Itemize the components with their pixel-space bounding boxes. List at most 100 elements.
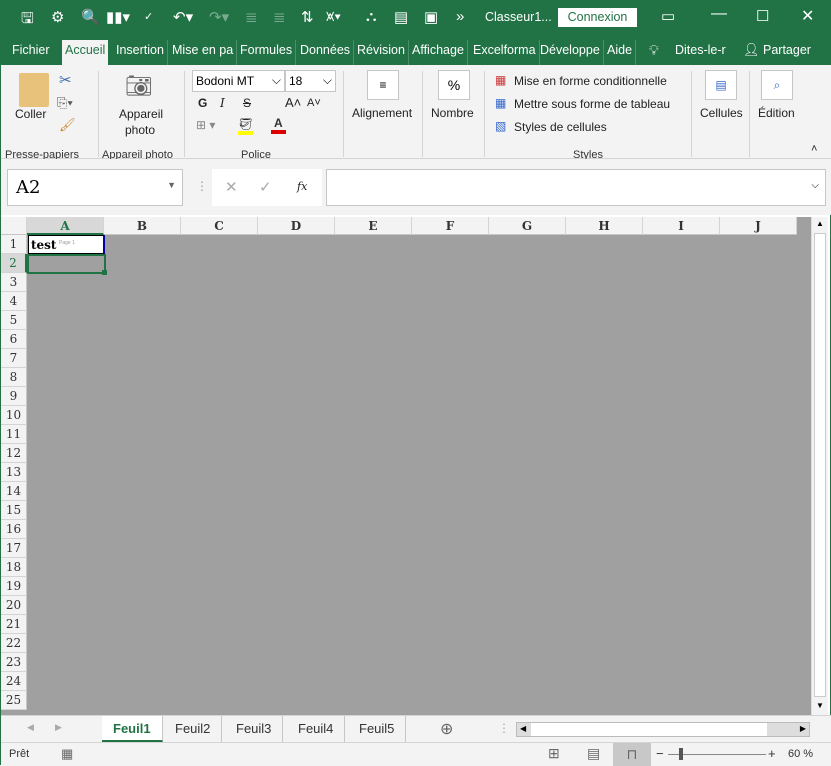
- hierarchy-icon[interactable]: ⛬: [366, 8, 377, 25]
- column-header-I[interactable]: I: [643, 217, 720, 235]
- number-format-icon[interactable]: %: [438, 70, 470, 100]
- column-header-A[interactable]: A: [27, 217, 104, 235]
- font-size-select[interactable]: 18 ⌵: [285, 70, 336, 92]
- format-painter-icon[interactable]: 🖌︎: [59, 117, 76, 133]
- filter-icon[interactable]: ⩙▾: [326, 8, 341, 25]
- drag-handle-icon[interactable]: ⋮: [196, 179, 208, 193]
- horizontal-scroll-thumb[interactable]: [531, 723, 767, 736]
- column-header-E[interactable]: E: [335, 217, 412, 235]
- zoom-in-button[interactable]: +: [768, 746, 776, 761]
- vertical-scroll-thumb[interactable]: [814, 233, 826, 697]
- bold-button[interactable]: G: [198, 96, 207, 110]
- row-header-17[interactable]: 17: [1, 539, 27, 558]
- more-icon[interactable]: »: [456, 8, 464, 25]
- normal-view-icon[interactable]: ⊞: [548, 745, 560, 762]
- collapse-ribbon-icon[interactable]: ˄: [811, 143, 817, 155]
- spelling-icon[interactable]: ✓: [144, 10, 153, 23]
- maximize-button[interactable]: ☐: [756, 7, 769, 25]
- row-header-4[interactable]: 4: [1, 292, 27, 311]
- copy-icon[interactable]: ⎘▾: [57, 95, 73, 111]
- page-break-view-icon[interactable]: ⊓: [613, 743, 651, 766]
- share-button[interactable]: Partager: [763, 43, 811, 57]
- row-header-9[interactable]: 9: [1, 387, 27, 406]
- table-format-button[interactable]: Mettre sous forme de tableau: [514, 97, 670, 111]
- paste-icon[interactable]: [19, 73, 49, 107]
- sheet-tab-feuil1[interactable]: Feuil1: [102, 716, 163, 742]
- row-header-25[interactable]: 25: [1, 691, 27, 710]
- row-header-24[interactable]: 24: [1, 672, 27, 691]
- decrease-font-icon[interactable]: A˅: [307, 97, 321, 109]
- cells-icon[interactable]: ▤: [705, 70, 737, 100]
- row-header-12[interactable]: 12: [1, 444, 27, 463]
- minimize-button[interactable]: —: [711, 5, 727, 23]
- row-header-1[interactable]: 1: [1, 235, 27, 254]
- font-color-icon[interactable]: A: [271, 116, 286, 134]
- editing-button[interactable]: Édition: [758, 106, 795, 120]
- column-header-H[interactable]: H: [566, 217, 643, 235]
- tab-donnees[interactable]: Données: [297, 40, 355, 65]
- row-header-15[interactable]: 15: [1, 501, 27, 520]
- column-header-G[interactable]: G: [489, 217, 566, 235]
- alignment-icon[interactable]: ≡: [367, 70, 399, 100]
- row-header-10[interactable]: 10: [1, 406, 27, 425]
- increase-font-icon[interactable]: A˄: [285, 95, 301, 110]
- fill-handle[interactable]: [102, 270, 107, 275]
- alignment-button[interactable]: Alignement: [352, 106, 412, 120]
- save-icon[interactable]: 🖫: [21, 8, 34, 33]
- font-name-select[interactable]: Bodoni MT ⌵: [192, 70, 285, 92]
- sheet-tab-feuil4[interactable]: Feuil4: [287, 716, 346, 742]
- tab-fichier[interactable]: Fichier: [9, 40, 53, 65]
- redo-icon[interactable]: ↷▾: [209, 8, 229, 26]
- row-header-18[interactable]: 18: [1, 558, 27, 577]
- tab-formules[interactable]: Formules: [237, 40, 297, 65]
- horizontal-scrollbar[interactable]: ◀ ▶: [516, 722, 810, 737]
- active-cell-A2[interactable]: [27, 254, 106, 274]
- sheet-tab-feuil5[interactable]: Feuil5: [348, 716, 407, 742]
- row-header-20[interactable]: 20: [1, 596, 27, 615]
- row-header-3[interactable]: 3: [1, 273, 27, 292]
- scroll-right-icon[interactable]: ▶: [800, 724, 806, 733]
- column-header-D[interactable]: D: [258, 217, 335, 235]
- row-header-13[interactable]: 13: [1, 463, 27, 482]
- column-header-B[interactable]: B: [104, 217, 181, 235]
- spreadsheet-grid[interactable]: A B C D E F G H I J 1 2 3 4 5 6 7 8 9 10 11 12 13 14 15 16 17 18 19 2…: [1, 217, 811, 715]
- sheet-tab-feuil3[interactable]: Feuil3: [225, 716, 284, 742]
- search-icon[interactable]: ⌕: [761, 70, 793, 100]
- page-layout-view-icon[interactable]: ▤: [587, 745, 600, 762]
- splitter-handle[interactable]: ⋮: [498, 721, 510, 735]
- cells-button[interactable]: Cellules: [700, 106, 743, 120]
- camera-button-line2[interactable]: photo: [125, 123, 155, 137]
- form-icon[interactable]: ▤: [394, 8, 408, 26]
- indent-increase-icon[interactable]: ≣: [273, 8, 286, 26]
- tab-accueil[interactable]: Accueil: [62, 40, 109, 65]
- ribbon-display-icon[interactable]: ▭: [661, 7, 675, 25]
- tab-excelforma[interactable]: Excelforma: [470, 40, 540, 65]
- strikethrough-button[interactable]: S: [243, 96, 251, 110]
- touch-mode-icon[interactable]: ⚙: [51, 8, 64, 26]
- row-header-23[interactable]: 23: [1, 653, 27, 672]
- row-header-8[interactable]: 8: [1, 368, 27, 387]
- formula-input[interactable]: ⌵: [326, 169, 826, 206]
- zoom-slider-thumb[interactable]: [678, 748, 683, 760]
- name-box[interactable]: A2 ▼: [7, 169, 183, 206]
- tab-aide[interactable]: Aide: [604, 40, 637, 65]
- row-header-22[interactable]: 22: [1, 634, 27, 653]
- chart-icon[interactable]: ▮▮▾: [106, 8, 130, 26]
- tab-insertion[interactable]: Insertion: [113, 40, 168, 65]
- macro-record-icon[interactable]: ▦: [61, 746, 73, 762]
- fill-color-icon[interactable]: 🪣︎: [238, 117, 254, 135]
- scroll-left-icon[interactable]: ◀: [520, 724, 526, 733]
- indent-decrease-icon[interactable]: ≣: [245, 8, 258, 26]
- tab-revision[interactable]: Révision: [354, 40, 409, 65]
- add-sheet-icon[interactable]: ⊕: [440, 719, 453, 739]
- camera-icon[interactable]: 📷︎: [125, 73, 153, 99]
- row-header-21[interactable]: 21: [1, 615, 27, 634]
- row-header-19[interactable]: 19: [1, 577, 27, 596]
- next-sheet-icon[interactable]: ▶: [55, 722, 62, 733]
- close-button[interactable]: ✕: [801, 6, 814, 26]
- cell-styles-button[interactable]: Styles de cellules: [514, 120, 607, 134]
- column-header-C[interactable]: C: [181, 217, 258, 235]
- sort-icon[interactable]: ⇅: [301, 8, 314, 26]
- tab-affichage[interactable]: Affichage: [409, 40, 468, 65]
- row-header-5[interactable]: 5: [1, 311, 27, 330]
